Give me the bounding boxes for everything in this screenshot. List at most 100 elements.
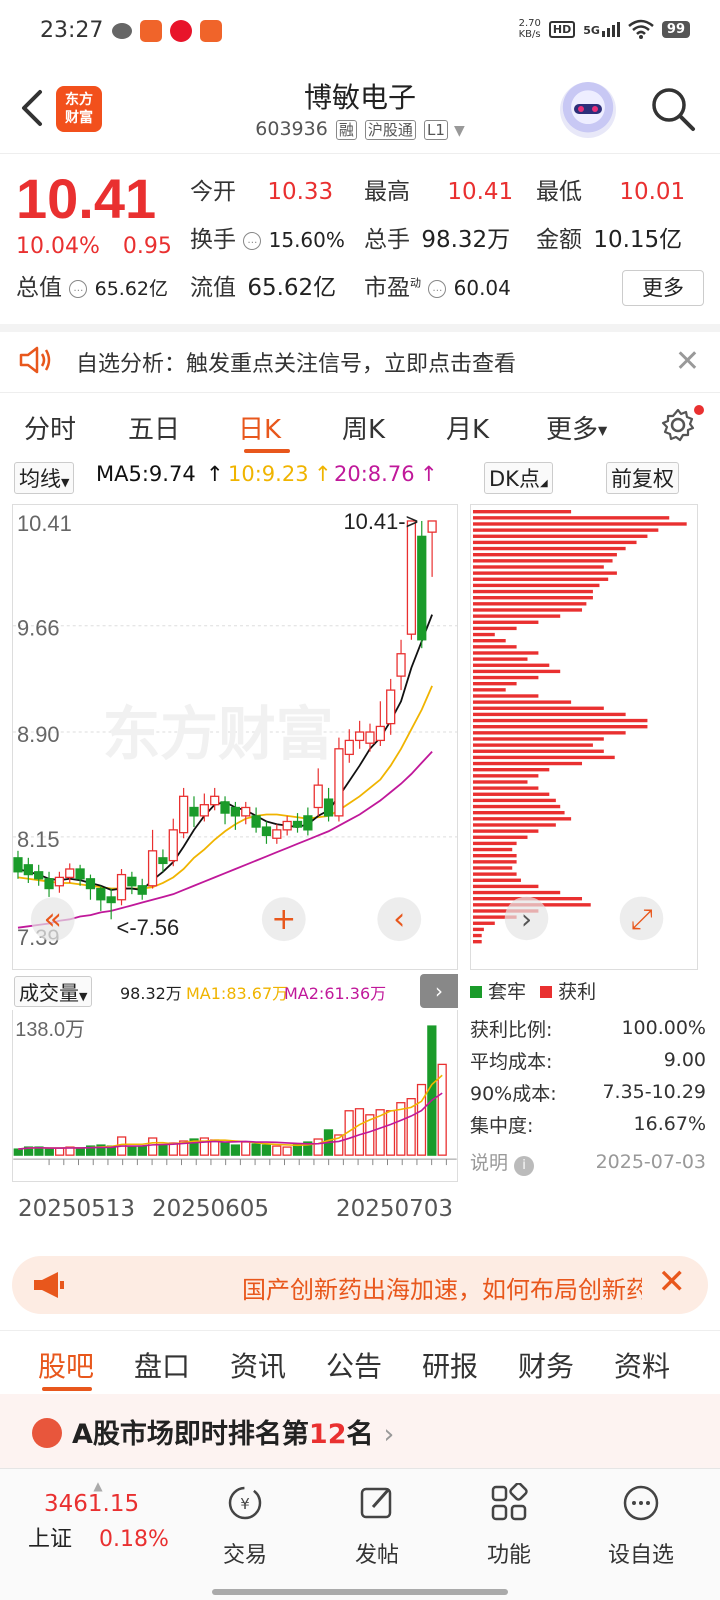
pe-label: 市盈 [364,275,410,301]
up-arrow-icon: ↑ [420,462,438,486]
chip-bar [472,884,539,889]
index-name: 上证 [28,1527,73,1552]
ma10-label: 10:9.23 [228,462,309,486]
close-icon[interactable]: ✕ [675,344,700,379]
candle [323,787,334,822]
chip-bar [472,620,539,624]
pe-value: 60.04 [453,276,511,300]
notice-bar[interactable]: 自选分析：触发重点关注信号，立即点击查看 ✕ [0,324,720,390]
adjust-button[interactable]: 前复权 [606,462,679,494]
chip-bar [472,927,484,932]
volume-bar [416,1083,427,1156]
volume-bar [282,1146,292,1156]
mktcap-cell[interactable]: 总值 … 65.62亿 [16,268,168,302]
volume-value: 98.32万 [421,227,511,253]
pe-cell[interactable]: 市盈动 … 60.04 [364,268,511,302]
next-icon[interactable]: › [504,896,549,941]
volume-bar [137,1145,147,1156]
float-label: 流值 [190,275,236,301]
profit-ratio-label: 获利比例: [470,1018,553,1041]
scroll-left-icon[interactable]: « [30,897,75,942]
volume-bar [44,1148,54,1156]
turnover-cell[interactable]: 换手 … 15.60% [190,220,345,254]
tab-intraday[interactable]: 分时 [24,409,76,446]
chip-bar [472,639,506,643]
search-icon[interactable] [648,84,698,134]
candle [13,850,23,879]
ma5-label: MA5:9.74 [96,462,196,486]
low-label: 最低 [536,179,582,205]
chip-bar [472,694,539,698]
tab-orderbook[interactable]: 盘口 [134,1345,190,1385]
change-amount: 0.95 [122,234,172,259]
chip-bar [472,817,572,821]
chip-bar [472,651,539,655]
explain-link[interactable]: 说明 i [470,1148,535,1176]
concentration-label: 集中度: [470,1114,534,1137]
close-icon[interactable]: ✕ [658,1262,687,1302]
ma-row: 均线▼ MA5:9.74 ↑ 10:9.23 ↑ 20:8.76 ↑ DK点◢ … [0,462,720,500]
volume-bar [272,1145,282,1156]
expand-arrow-icon[interactable]: › [420,974,458,1008]
nav-post[interactable]: 发帖 [322,1483,432,1569]
volume-row: 成交量▼ 98.32万 MA1:83.67万 MA2:61.36万 › [0,974,460,1008]
dk-button[interactable]: DK点◢ [484,462,553,494]
volume-cell: 总手 98.32万 [364,220,510,254]
chip-bar [472,626,517,631]
chip-bar [472,583,600,588]
megaphone-icon [34,1272,64,1298]
chip-bar [472,749,604,753]
expand-icon[interactable]: ⤢ [619,896,664,941]
index-change: 0.18% [99,1527,169,1552]
chart-rank-icon [32,1418,62,1448]
app-notification-icon [140,20,162,42]
chip-bar [472,774,539,778]
candle [365,723,375,752]
nav-watchlist[interactable]: 设自选 [586,1483,696,1569]
index-quote[interactable]: ▲ 3461.15 上证 0.18% [28,1479,188,1553]
ranking-bar[interactable]: A股市场即时排名第12名 › [0,1394,720,1468]
chip-bar [472,669,561,674]
mktcap-value: 65.62亿 [94,278,169,300]
candle [334,737,344,822]
prev-icon[interactable]: ‹ [377,897,422,942]
chip-bar [472,761,583,766]
volume-chart[interactable]: 138.0万 [12,1010,458,1182]
more-button[interactable]: 更多 [622,270,704,306]
chip-bar [472,546,626,551]
bottom-nav: ▲ 3461.15 上证 0.18% ¥ 交易 发帖 功能 设自选 [0,1468,720,1600]
tab-announcements[interactable]: 公告 [326,1345,382,1385]
chip-bar [472,780,528,784]
tab-daily-k[interactable]: 日K [238,409,281,446]
tab-monthly-k[interactable]: 月K [446,409,489,446]
speaker-icon [19,346,51,374]
volume-value: 98.32万 [120,984,182,1003]
chip-distribution-chart[interactable]: › ⤢ [470,504,698,970]
nav-functions[interactable]: 功能 [454,1482,564,1569]
tab-finance[interactable]: 财务 [518,1345,574,1385]
zoom-in-icon[interactable]: + [261,897,306,942]
signal-icon: 5G [583,21,620,37]
tab-five-day[interactable]: 五日 [128,409,180,446]
amount-cell: 金额 10.15亿 [536,220,682,254]
tab-news[interactable]: 资讯 [230,1345,286,1385]
legend-profit: 获利 [540,977,596,1004]
volume-indicator-dropdown[interactable]: 成交量▼ [14,976,93,1007]
candle [189,796,199,828]
tab-profile[interactable]: 资料 [614,1345,670,1385]
gear-icon[interactable] [660,407,696,443]
tab-research[interactable]: 研报 [422,1345,478,1385]
chip-bar [472,940,482,944]
tab-forum[interactable]: 股吧 [38,1345,94,1385]
chevron-down-icon: ▼ [453,123,465,139]
candle [137,878,147,900]
nav-trade[interactable]: ¥ 交易 [190,1483,300,1569]
chip-bar [472,522,687,526]
tab-weekly-k[interactable]: 周K [342,409,385,446]
tab-more[interactable]: 更多▼ [546,409,607,446]
promo-banner[interactable]: 国产创新药出海加速，如何布局创新药 ✕ [12,1256,708,1314]
kline-chart[interactable]: 10.419.668.908.157.39东方财富10.41-><-7.56« +… [12,504,458,970]
chip-bar [472,768,550,772]
indicator-dropdown[interactable]: 均线▼ [14,462,75,494]
assistant-robot-icon[interactable] [560,82,616,138]
